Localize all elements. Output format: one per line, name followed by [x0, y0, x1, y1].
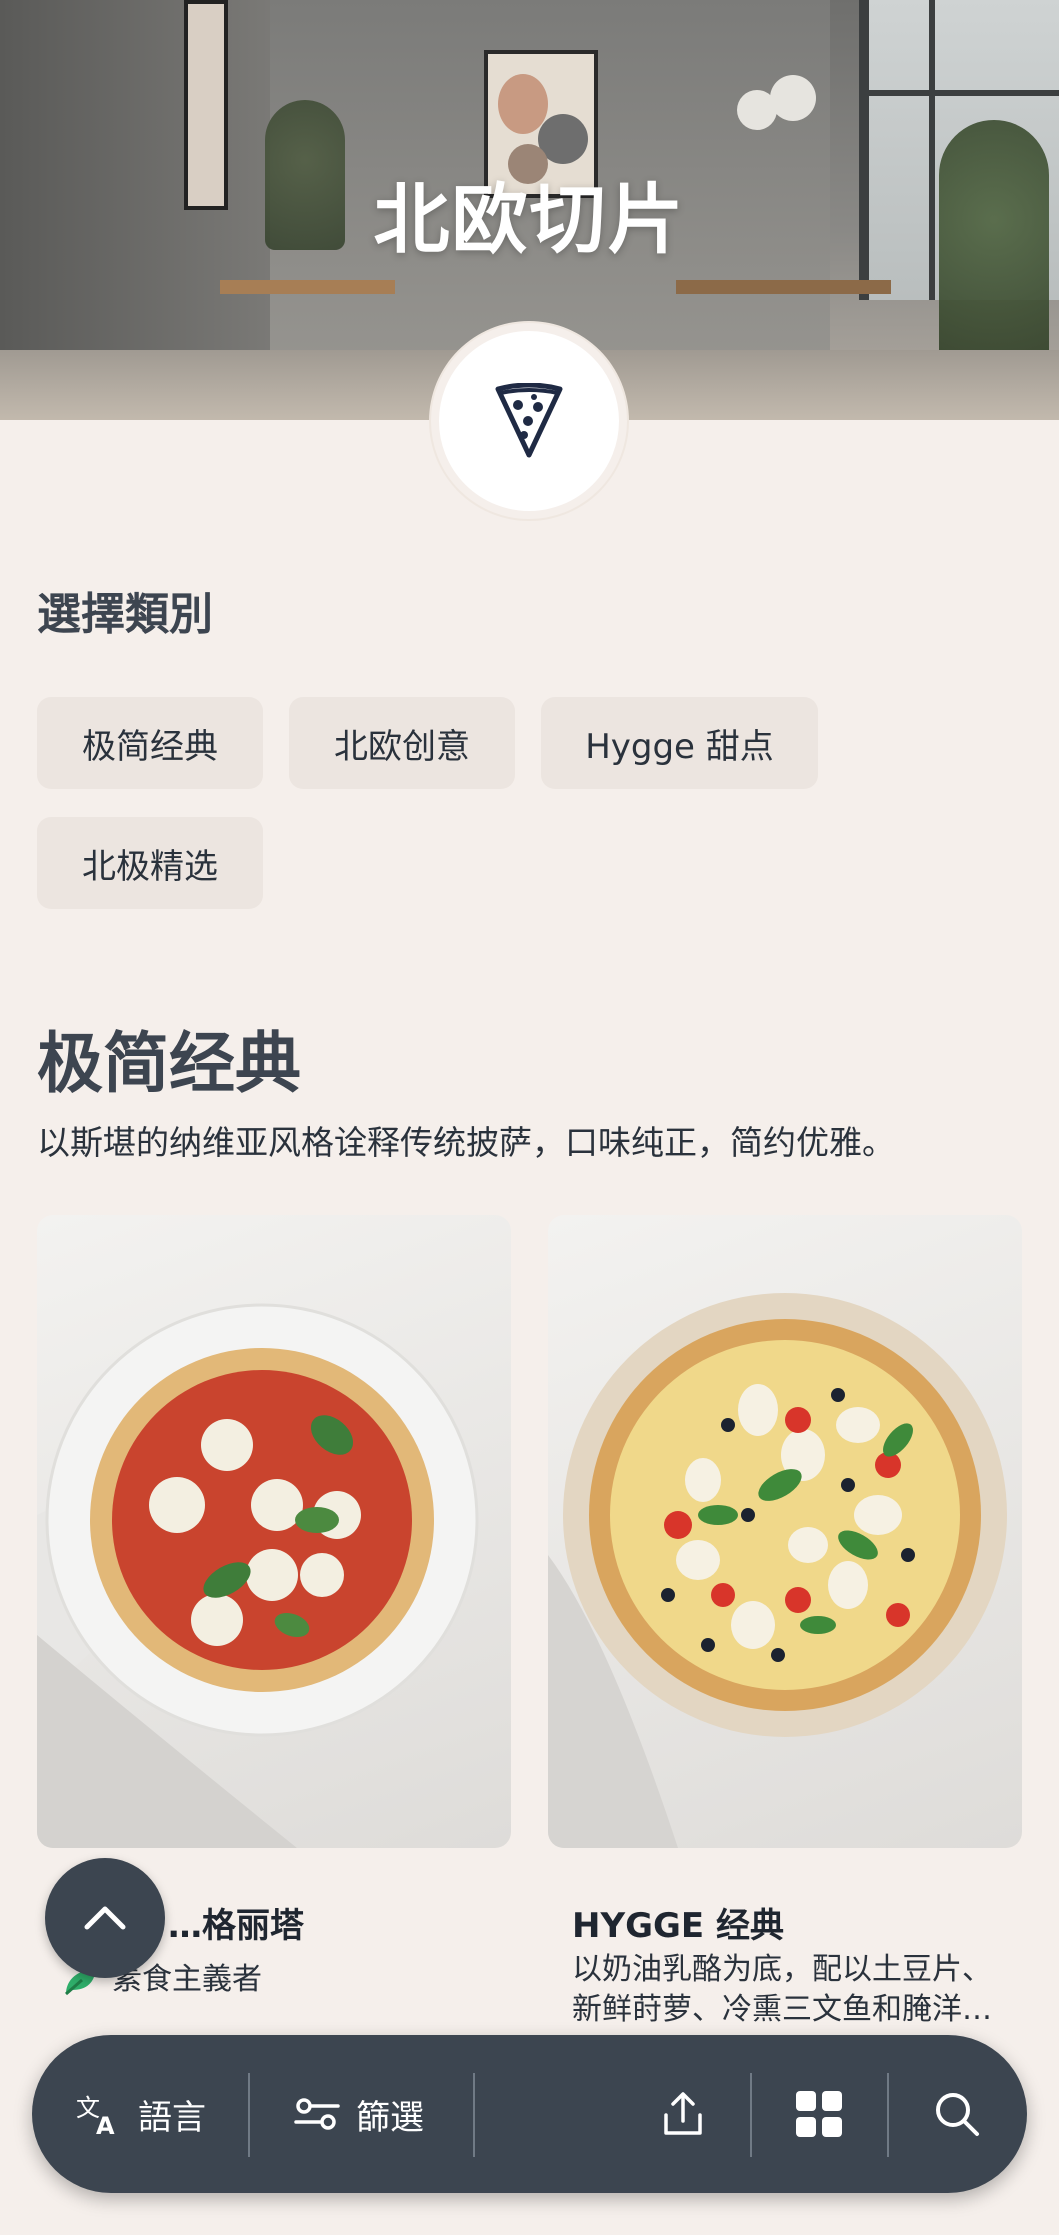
bottom-toolbar: 文 A 語言 篩選 — [32, 2035, 1027, 2193]
toolbar-divider — [473, 2073, 475, 2157]
share-icon — [664, 2092, 702, 2135]
hero-table-2 — [676, 280, 891, 294]
language-label: 語言 — [138, 2097, 206, 2138]
pizza-margherita-image — [37, 1303, 479, 1848]
scroll-top-button[interactable] — [45, 1858, 165, 1978]
translate-icon: 文 A — [76, 2094, 115, 2136]
chevron-up-icon — [84, 1906, 126, 1930]
sliders-icon — [294, 2098, 340, 2130]
description-line: 新鲜莳萝、冷熏三文鱼和腌洋… — [572, 1992, 992, 2027]
search-icon — [936, 2093, 979, 2136]
chip-label: 极简经典 — [82, 726, 218, 767]
pizza-hygge-image — [548, 1293, 1007, 1848]
language-button[interactable]: 文 A 語言 — [74, 2035, 206, 2193]
category-description: 以斯堪的纳维亚风格诠释传统披萨，口味纯正，简约优雅。 — [37, 1123, 895, 1162]
share-button[interactable] — [658, 2035, 708, 2193]
search-button[interactable] — [932, 2035, 982, 2193]
category-title: 极简经典 — [37, 1025, 301, 1102]
category-chip[interactable]: 北极精选 — [37, 817, 263, 909]
toolbar-divider — [887, 2073, 889, 2157]
brand-logo — [431, 323, 627, 519]
category-chip[interactable]: Hygge 甜点 — [541, 697, 818, 789]
chip-label: Hygge 甜点 — [585, 726, 774, 767]
pizza-slice-icon — [495, 383, 563, 458]
svg-text:A: A — [96, 2112, 115, 2136]
product-image[interactable] — [548, 1215, 1022, 1848]
product-image[interactable] — [37, 1215, 511, 1848]
product-name[interactable]: HYGGE 经典 — [572, 1898, 784, 1947]
page-title: 北欧切片 — [373, 175, 686, 264]
hero-lamp-2 — [770, 75, 816, 121]
filter-label: 篩選 — [356, 2097, 424, 2138]
product-description: 以奶油乳酪为底，配以土豆片、 新鲜莳萝、冷熏三文鱼和腌洋… — [572, 1950, 992, 2030]
grid-view-button[interactable] — [794, 2035, 844, 2193]
filter-button[interactable]: 篩選 — [294, 2035, 424, 2193]
product-name[interactable]: …格丽塔 — [168, 1898, 304, 1947]
section-label: 選擇類別 — [37, 589, 213, 640]
toolbar-divider — [750, 2073, 752, 2157]
category-chip[interactable]: 极简经典 — [37, 697, 263, 789]
description-line: 以奶油乳酪为底，配以土豆片、 — [572, 1952, 992, 1987]
chip-label: 北欧创意 — [334, 726, 470, 767]
hero-table — [220, 280, 395, 294]
chip-label: 北极精选 — [82, 846, 218, 887]
grid-icon — [796, 2091, 842, 2137]
toolbar-divider — [248, 2073, 250, 2157]
category-chip[interactable]: 北欧创意 — [289, 697, 515, 789]
